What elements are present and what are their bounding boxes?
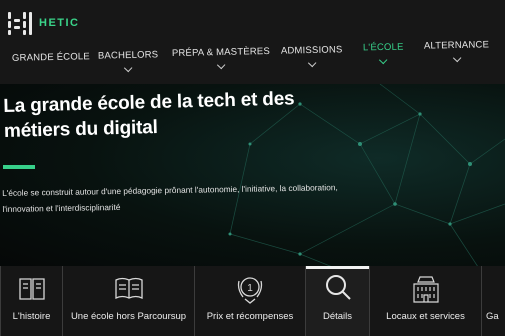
- chevron-down-icon: [379, 55, 388, 65]
- nav-label: ADMISSIONS: [280, 44, 343, 57]
- nav-label: ALTERNANCE: [423, 39, 490, 52]
- active-tab-indicator: [306, 266, 369, 269]
- tab-label: Ga: [486, 311, 499, 322]
- tab-prix-et-recompenses[interactable]: 1 Prix et récompenses: [194, 266, 305, 336]
- medal-number: 1: [247, 283, 253, 294]
- tab-ecole-hors-parcoursup[interactable]: Une école hors Parcoursup: [62, 266, 194, 336]
- brand-name: HETIC: [39, 17, 80, 29]
- open-book-icon: [114, 277, 143, 300]
- nav-label: BACHELORS: [97, 49, 159, 62]
- tab-partial[interactable]: Ga: [481, 266, 505, 336]
- nav-item-prepa-masteres[interactable]: PRÉPA & MASTÈRES: [171, 45, 271, 70]
- nav-item-admissions[interactable]: ADMISSIONS: [280, 44, 343, 68]
- hero-section: La grande école de la tech et des métier…: [0, 84, 505, 270]
- hetic-logo-mark-icon: [8, 10, 34, 36]
- hero-title: La grande école de la tech et des métier…: [3, 85, 364, 144]
- site-header: HETIC GRANDE ÉCOLE BACHELORS PRÉPA & MAS…: [0, 0, 505, 84]
- accent-bar: [3, 165, 35, 169]
- tab-label: Détails: [322, 311, 353, 322]
- tab-locaux-et-services[interactable]: Locaux et services: [369, 266, 481, 336]
- tab-details[interactable]: Détails: [305, 266, 369, 336]
- tab-label: Locaux et services: [386, 311, 465, 322]
- chevron-down-icon: [452, 53, 461, 63]
- nav-item-l-ecole[interactable]: L'ÉCOLE: [362, 41, 404, 65]
- hero-description: L'école se construit autour d'une pédago…: [2, 179, 373, 217]
- tab-label: Prix et récompenses: [206, 311, 294, 322]
- chevron-down-icon: [216, 60, 226, 70]
- tab-histoire[interactable]: L'histoire: [0, 266, 62, 336]
- chevron-down-icon: [307, 58, 317, 68]
- chevron-down-icon: [124, 63, 133, 73]
- nav-item-bachelors[interactable]: BACHELORS: [97, 49, 159, 73]
- nav-item-alternance[interactable]: ALTERNANCE: [423, 39, 490, 63]
- book-icon: [18, 278, 45, 300]
- hetic-logo[interactable]: HETIC: [8, 10, 80, 36]
- nav-label: L'ÉCOLE: [362, 41, 404, 54]
- award-medal-icon: 1: [237, 277, 263, 304]
- nav-label: PRÉPA & MASTÈRES: [171, 45, 271, 60]
- school-tabs: L'histoire Une école hors Parcoursup 1 P…: [0, 266, 505, 336]
- nav-label: GRANDE ÉCOLE: [11, 51, 90, 64]
- nav-item-grande-ecole[interactable]: GRANDE ÉCOLE: [12, 51, 90, 64]
- building-icon: [412, 276, 439, 303]
- magnifier-icon: [325, 275, 351, 300]
- tab-label: Une école hors Parcoursup: [70, 311, 187, 322]
- tab-label: L'histoire: [12, 311, 51, 322]
